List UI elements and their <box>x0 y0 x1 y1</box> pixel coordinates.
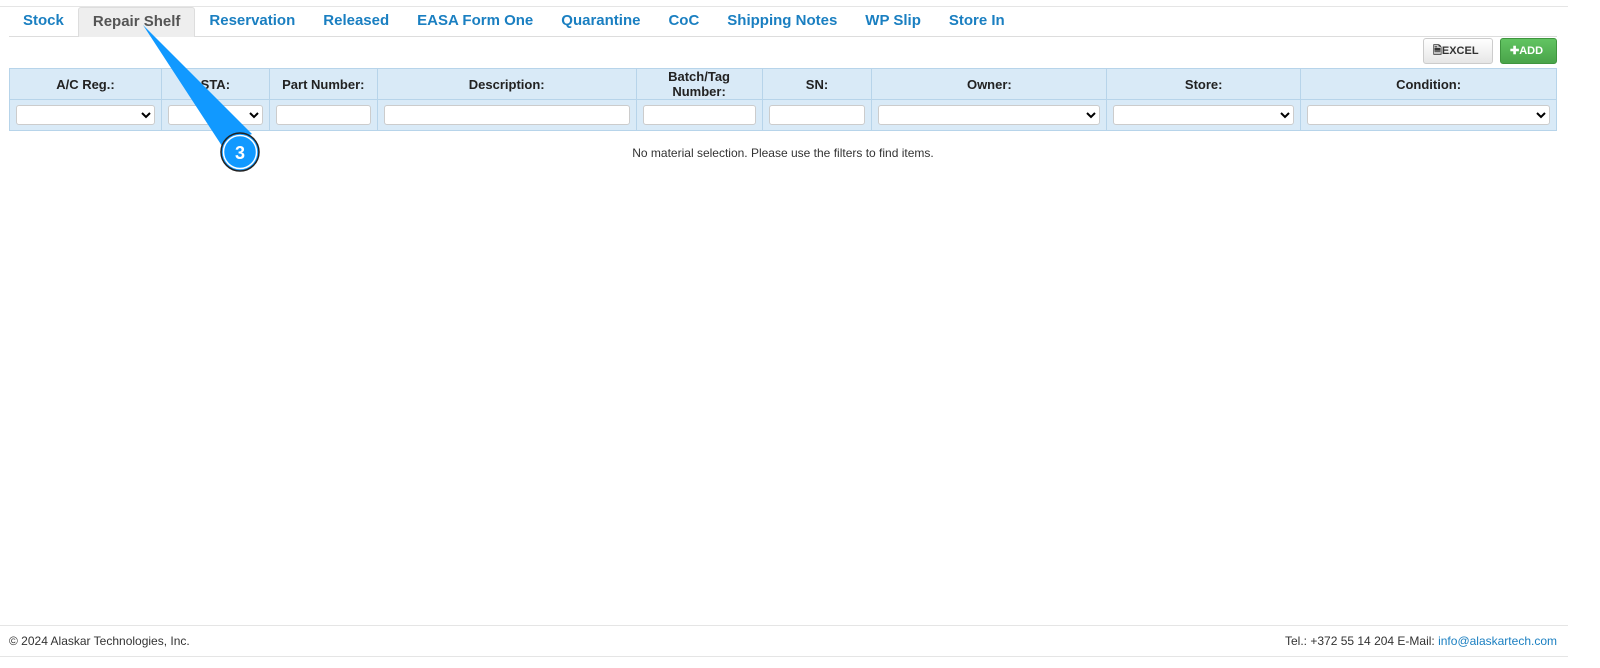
tab-reservation[interactable]: Reservation <box>195 7 309 36</box>
column-header-batch-tag-number: Batch/Tag Number: <box>635 68 763 100</box>
tab-shipping-notes[interactable]: Shipping Notes <box>713 7 851 36</box>
tab-released[interactable]: Released <box>309 7 403 36</box>
condition-filter-select[interactable] <box>1307 105 1550 125</box>
tab-easa-form-one[interactable]: EASA Form One <box>403 7 547 36</box>
filter-cell <box>9 99 162 131</box>
description-filter-input[interactable] <box>383 105 630 125</box>
excel-label: EXCEL <box>1441 45 1479 57</box>
column-header-sn: SN: <box>761 68 873 100</box>
sn-filter-input[interactable] <box>768 105 866 125</box>
column-header-sta: STA: <box>160 68 270 100</box>
tab-quarantine[interactable]: Quarantine <box>547 7 654 36</box>
column-header-description: Description: <box>376 68 637 100</box>
filter-cell <box>761 99 873 131</box>
filter-cell <box>376 99 637 131</box>
contact-text: Tel.: +372 55 14 204 E-Mail: <box>1285 634 1439 648</box>
filter-cell <box>160 99 270 131</box>
part-number-filter-input[interactable] <box>275 105 371 125</box>
add-label: ADD <box>1519 45 1544 57</box>
owner-filter-select[interactable] <box>878 105 1101 125</box>
sta-filter-select[interactable] <box>167 105 263 125</box>
tab-store-in[interactable]: Store In <box>935 7 1019 36</box>
email-link[interactable]: info@alaskartech.com <box>1438 634 1557 648</box>
footer: © 2024 Alaskar Technologies, Inc. Tel.: … <box>0 625 1568 657</box>
tab-repair-shelf[interactable]: Repair Shelf <box>77 7 196 37</box>
filter-cell <box>635 99 763 131</box>
filter-cell <box>268 99 378 131</box>
tab-bar: Stock Repair Shelf Reservation Released … <box>9 7 1557 37</box>
contact-info: Tel.: +372 55 14 204 E-Mail: info@alaska… <box>1285 626 1557 656</box>
add-button[interactable]: ✚ADD <box>1500 38 1557 64</box>
column-header-store: Store: <box>1106 68 1302 100</box>
tab-wp-slip[interactable]: WP Slip <box>851 7 935 36</box>
store-filter-select[interactable] <box>1113 105 1295 125</box>
filter-cell <box>1106 99 1302 131</box>
filter-cell <box>1300 99 1557 131</box>
column-header-condition: Condition: <box>1300 68 1557 100</box>
tab-stock[interactable]: Stock <box>9 7 78 36</box>
column-header-part-number: Part Number: <box>268 68 378 100</box>
excel-file-icon: 🗎 <box>1433 45 1442 57</box>
column-header-a-c-reg: A/C Reg.: <box>9 68 162 100</box>
a-c-reg-filter-select[interactable] <box>16 105 155 125</box>
copyright: © 2024 Alaskar Technologies, Inc. <box>9 634 190 648</box>
filter-cell <box>871 99 1108 131</box>
excel-button[interactable]: 🗎EXCEL <box>1423 38 1493 64</box>
plus-icon: ✚ <box>1510 45 1520 57</box>
batch-tag-number-filter-input[interactable] <box>642 105 756 125</box>
empty-message: No material selection. Please use the fi… <box>632 146 934 160</box>
filter-table: A/C Reg.: STA: Part Number: Description: Bat… <box>9 68 1557 131</box>
tab-coc[interactable]: CoC <box>654 7 713 36</box>
column-header-owner: Owner: <box>871 68 1108 100</box>
